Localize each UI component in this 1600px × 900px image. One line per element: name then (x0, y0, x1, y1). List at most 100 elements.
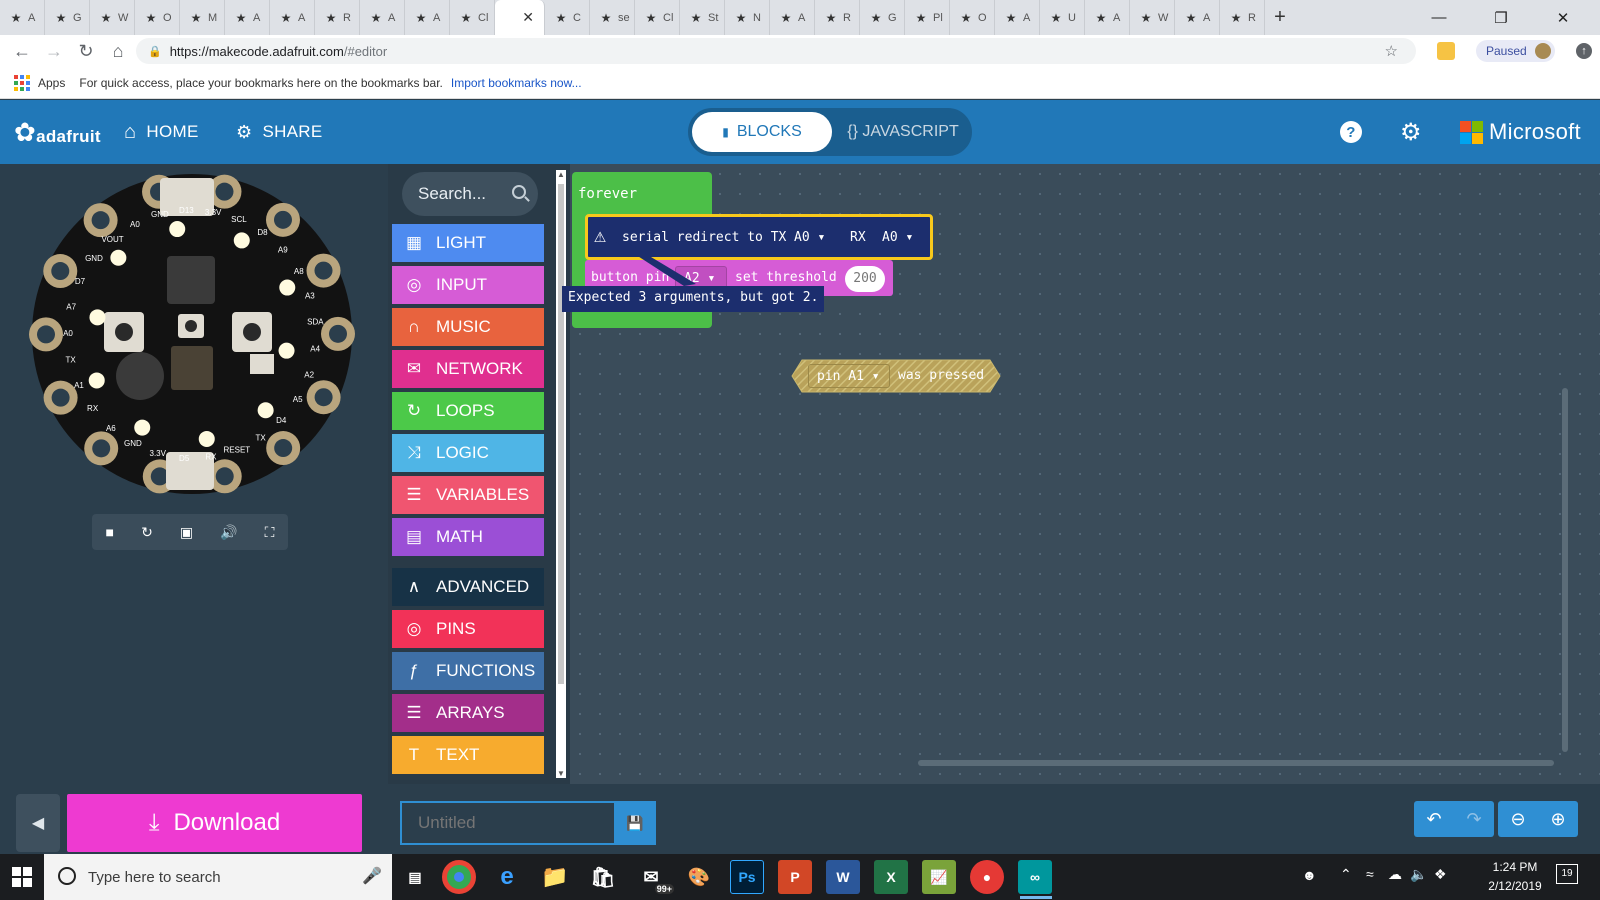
onedrive-icon[interactable]: ☁ (1388, 866, 1402, 883)
edge-icon[interactable]: e (490, 860, 524, 894)
store-icon[interactable]: 🛍 (586, 860, 620, 894)
project-name-input[interactable] (400, 801, 616, 845)
browser-tab[interactable]: ★ A (0, 0, 45, 35)
toolbox-category-loops[interactable]: ↻ LOOPS (392, 392, 544, 430)
browser-tab[interactable]: ★ R (815, 0, 860, 35)
taskbar-search-input[interactable]: Type here to search 🎤 (44, 854, 392, 900)
pin-pressed-block[interactable]: pin A1 ▾ was pressed (790, 358, 1002, 394)
save-button[interactable]: 💾 (614, 801, 656, 845)
new-tab-button[interactable]: + (1265, 6, 1295, 29)
apps-grid-icon[interactable] (14, 74, 30, 91)
notifications-icon[interactable]: 19 (1556, 864, 1578, 884)
browser-tab[interactable]: ★ Cl (450, 0, 495, 35)
circuit-playground-board[interactable]: GND D13 3.3V SCL D8 A9 A8 A3 SDA A4 A2 A5 D4 TX RESET R… (0, 164, 388, 504)
toolbox-category-text[interactable]: T TEXT (392, 736, 544, 774)
word-icon[interactable]: W (826, 860, 860, 894)
toolbox-category-network[interactable]: ✉ NETWORK (392, 350, 544, 388)
home-icon[interactable]: ⌂ (106, 39, 130, 63)
browser-tab[interactable]: ★ A (270, 0, 315, 35)
toolbox-category-input[interactable]: ◎ INPUT (392, 266, 544, 304)
browser-tab[interactable]: ★ O (135, 0, 180, 35)
toolbox-search-input[interactable]: Search... (402, 172, 538, 216)
browser-tab[interactable]: ★ W (90, 0, 135, 35)
browser-tab[interactable]: ★ N (725, 0, 770, 35)
browser-tab[interactable]: ★ Cl (635, 0, 680, 35)
rx-dropdown[interactable]: A0 ▾ (882, 230, 913, 245)
import-bookmarks-link[interactable]: Import bookmarks now... (451, 76, 582, 90)
share-button[interactable]: ⚙ SHARE (236, 100, 323, 164)
toolbox-category-math[interactable]: ▤ MATH (392, 518, 544, 556)
microphone-icon[interactable]: 🎤 (362, 866, 382, 886)
browser-tab[interactable]: ★ G (860, 0, 905, 35)
threshold-value-input[interactable]: 200 (845, 266, 885, 292)
close-window-icon[interactable]: ✕ (1540, 0, 1586, 35)
browser-tab[interactable]: ★ A (360, 0, 405, 35)
download-button[interactable]: ⤓ Download (67, 794, 362, 852)
restart-icon[interactable]: ↻ (141, 524, 153, 541)
recorder-icon[interactable]: ● (970, 860, 1004, 894)
toolbox-category-variables[interactable]: ☰ VARIABLES (392, 476, 544, 514)
volume-icon[interactable]: 🔈 (1410, 866, 1427, 883)
collapse-simulator-button[interactable]: ◀ (16, 794, 60, 852)
settings-button[interactable]: ⚙ (1400, 100, 1422, 164)
scroll-up-icon[interactable]: ▲ (557, 170, 565, 179)
help-button[interactable]: ? (1340, 100, 1362, 164)
browser-tab[interactable]: ★ A (1175, 0, 1220, 35)
microsoft-logo[interactable]: Microsoft (1460, 100, 1581, 164)
apps-label[interactable]: Apps (38, 76, 65, 90)
browser-tab[interactable]: ★ A (1085, 0, 1130, 35)
warning-icon[interactable]: ⚠ (594, 223, 606, 247)
browser-tab[interactable]: ★ G (45, 0, 90, 35)
toolbox-category-functions[interactable]: ƒ FUNCTIONS (392, 652, 544, 690)
toolbox-scrollbar[interactable]: ▲ ▼ (556, 170, 566, 778)
file-explorer-icon[interactable]: 📁 (538, 860, 572, 894)
excel-icon[interactable]: X (874, 860, 908, 894)
browser-tab[interactable]: ★ A (770, 0, 815, 35)
forward-icon[interactable]: → (42, 39, 66, 63)
zoom-in-button[interactable]: ⊕ (1538, 801, 1578, 837)
dropbox-icon[interactable]: ❖ (1434, 866, 1447, 883)
wifi-icon[interactable]: ≈ (1366, 866, 1374, 882)
taskbar-clock[interactable]: 1:24 PM 2/12/2019 (1470, 858, 1560, 896)
bookmark-star-icon[interactable]: ☆ (1385, 42, 1398, 60)
toolbox-category-advanced[interactable]: ∧ ADVANCED (392, 568, 544, 606)
javascript-tab[interactable]: {} JAVASCRIPT (836, 112, 970, 152)
toolbox-category-music[interactable]: ∩ MUSIC (392, 308, 544, 346)
restore-icon[interactable]: ❐ (1478, 0, 1524, 35)
workspace-vertical-scrollbar[interactable] (1562, 388, 1568, 752)
browser-tab[interactable]: ★ A (405, 0, 450, 35)
paint-icon[interactable]: 🎨 (682, 860, 716, 894)
task-view-icon[interactable]: ▤ (398, 860, 432, 894)
chart-app-icon[interactable]: 📈 (922, 860, 956, 894)
screenshot-icon[interactable]: ▣ (180, 524, 193, 541)
workspace-horizontal-scrollbar[interactable] (918, 760, 1554, 766)
browser-tab[interactable]: ★ se (590, 0, 635, 35)
powerpoint-icon[interactable]: P (778, 860, 812, 894)
browser-tab[interactable]: ★ St (680, 0, 725, 35)
browser-tab[interactable]: ★ A (995, 0, 1040, 35)
reload-icon[interactable]: ↻ (74, 39, 98, 63)
arduino-icon[interactable]: ∞ (1018, 860, 1052, 894)
scroll-down-icon[interactable]: ▼ (557, 769, 565, 778)
browser-tab[interactable]: ★ Pl (905, 0, 950, 35)
tx-dropdown[interactable]: A0 ▾ (794, 230, 825, 245)
close-tab-icon[interactable]: ✕ (522, 9, 534, 26)
tray-chevron-icon[interactable]: ⌃ (1340, 866, 1352, 883)
blocks-tab[interactable]: ▮ BLOCKS (692, 112, 832, 152)
redo-button[interactable]: ↷ (1454, 801, 1494, 837)
browser-tab[interactable]: ★ W (1130, 0, 1175, 35)
browser-tab[interactable]: ★ A (225, 0, 270, 35)
adafruit-logo[interactable]: ✿ adafruit (14, 100, 101, 164)
photoshop-icon[interactable]: Ps (730, 860, 764, 894)
home-button[interactable]: ⌂ HOME (124, 100, 199, 164)
blocks-workspace[interactable]: forever button pin A2 ▾ set threshold 20… (562, 164, 1600, 784)
fullscreen-icon[interactable]: ⛶ (265, 524, 275, 541)
mute-icon[interactable]: 🔊 (220, 524, 237, 541)
chrome-icon[interactable] (442, 860, 476, 894)
toolbox-scroll-thumb[interactable] (558, 184, 564, 684)
zoom-out-button[interactable]: ⊖ (1498, 801, 1538, 837)
toolbox-category-logic[interactable]: ⤨ LOGIC (392, 434, 544, 472)
browser-tab[interactable]: ★ O (950, 0, 995, 35)
profile-paused-button[interactable]: Paused (1476, 40, 1555, 62)
toolbox-category-pins[interactable]: ◎ PINS (392, 610, 544, 648)
